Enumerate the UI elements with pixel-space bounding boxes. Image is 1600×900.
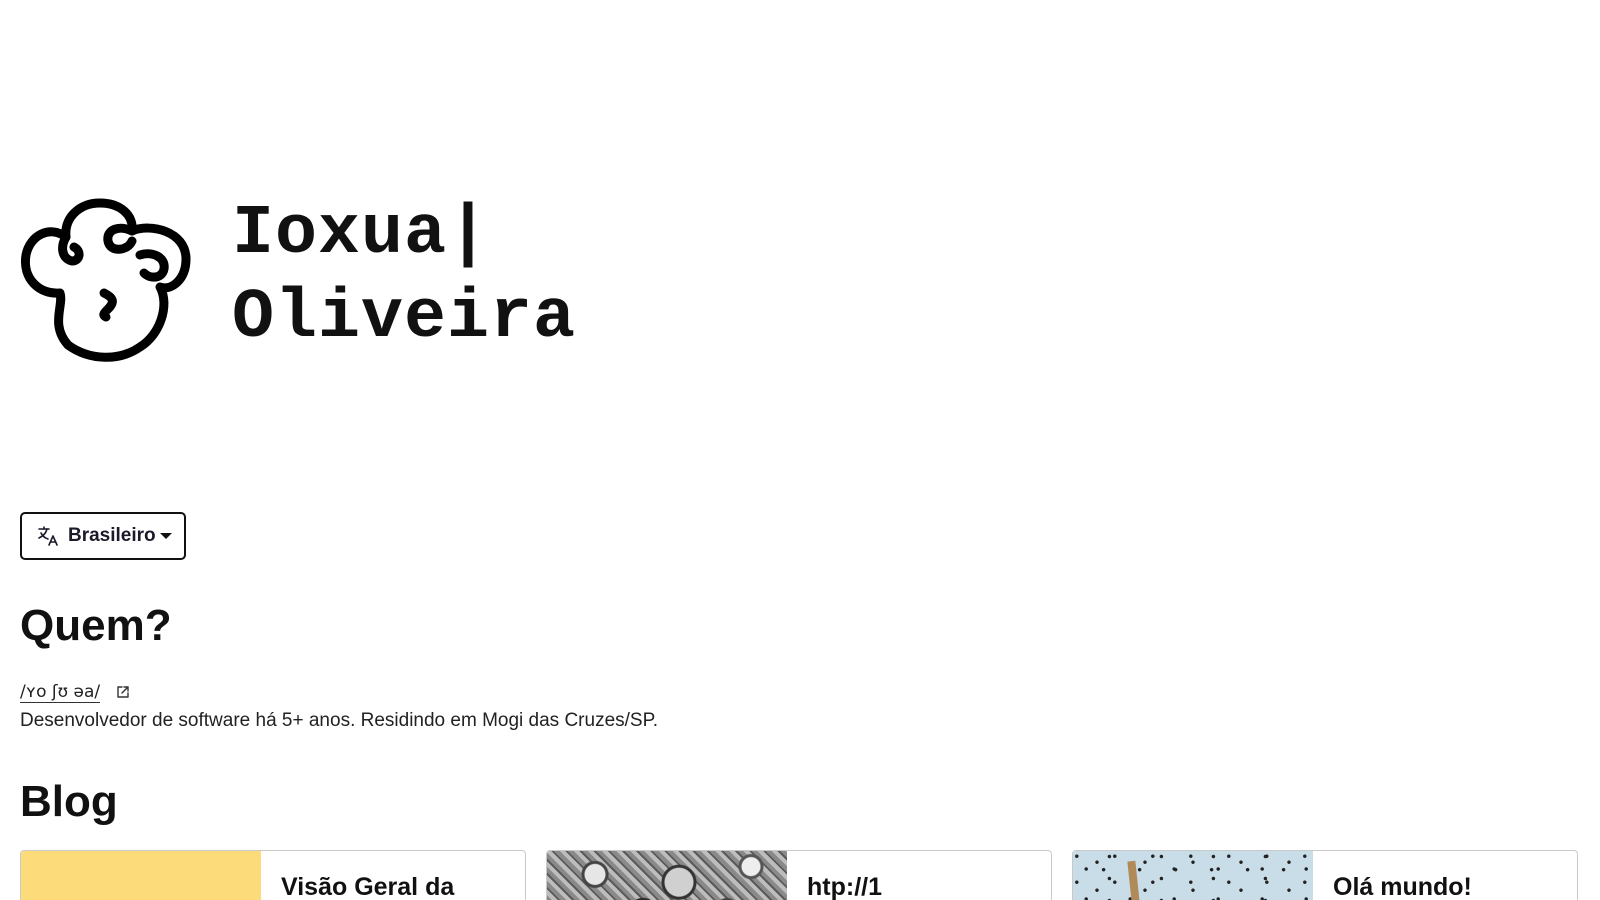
page: Ioxua| Oliveira Brasileiro Quem? /ʏo ʃʊ … (0, 0, 1600, 900)
about-heading: Quem? (20, 601, 172, 650)
blog-post-card[interactable]: htp://1 (546, 850, 1052, 900)
blog-post-card[interactable]: Visão Geral da (20, 850, 526, 900)
blog-post-list: Visão Geral da htp://1 Olá mundo! (20, 850, 1578, 900)
language-selected-value: Brasileiro (68, 525, 156, 546)
bio-text: Desenvolvedor de software há 5+ anos. Re… (20, 710, 659, 731)
language-dropdown[interactable]: Brasileiro (20, 512, 186, 560)
site-title-line-2: Oliveira (232, 279, 577, 358)
post-title: htp://1 (807, 873, 882, 900)
post-title: Olá mundo! (1333, 873, 1472, 900)
post-thumbnail (21, 851, 261, 900)
chevron-down-icon (160, 533, 172, 539)
blog-heading: Blog (20, 777, 118, 826)
doodle-head-logo[interactable] (20, 195, 192, 367)
translate-icon (36, 524, 60, 548)
post-thumbnail (547, 851, 787, 900)
site-title-line-1: Ioxua| (232, 195, 491, 274)
post-thumbnail (1073, 851, 1313, 900)
external-link-icon (117, 686, 129, 698)
thumbnail-detail (1127, 860, 1143, 900)
hero-header: Ioxua| Oliveira (20, 195, 576, 367)
post-title: Visão Geral da (281, 873, 455, 900)
site-title: Ioxua| Oliveira (232, 193, 576, 361)
blog-post-card[interactable]: Olá mundo! (1072, 850, 1578, 900)
pronunciation-link[interactable]: /ʏo ʃʊ əa/ (20, 682, 101, 703)
